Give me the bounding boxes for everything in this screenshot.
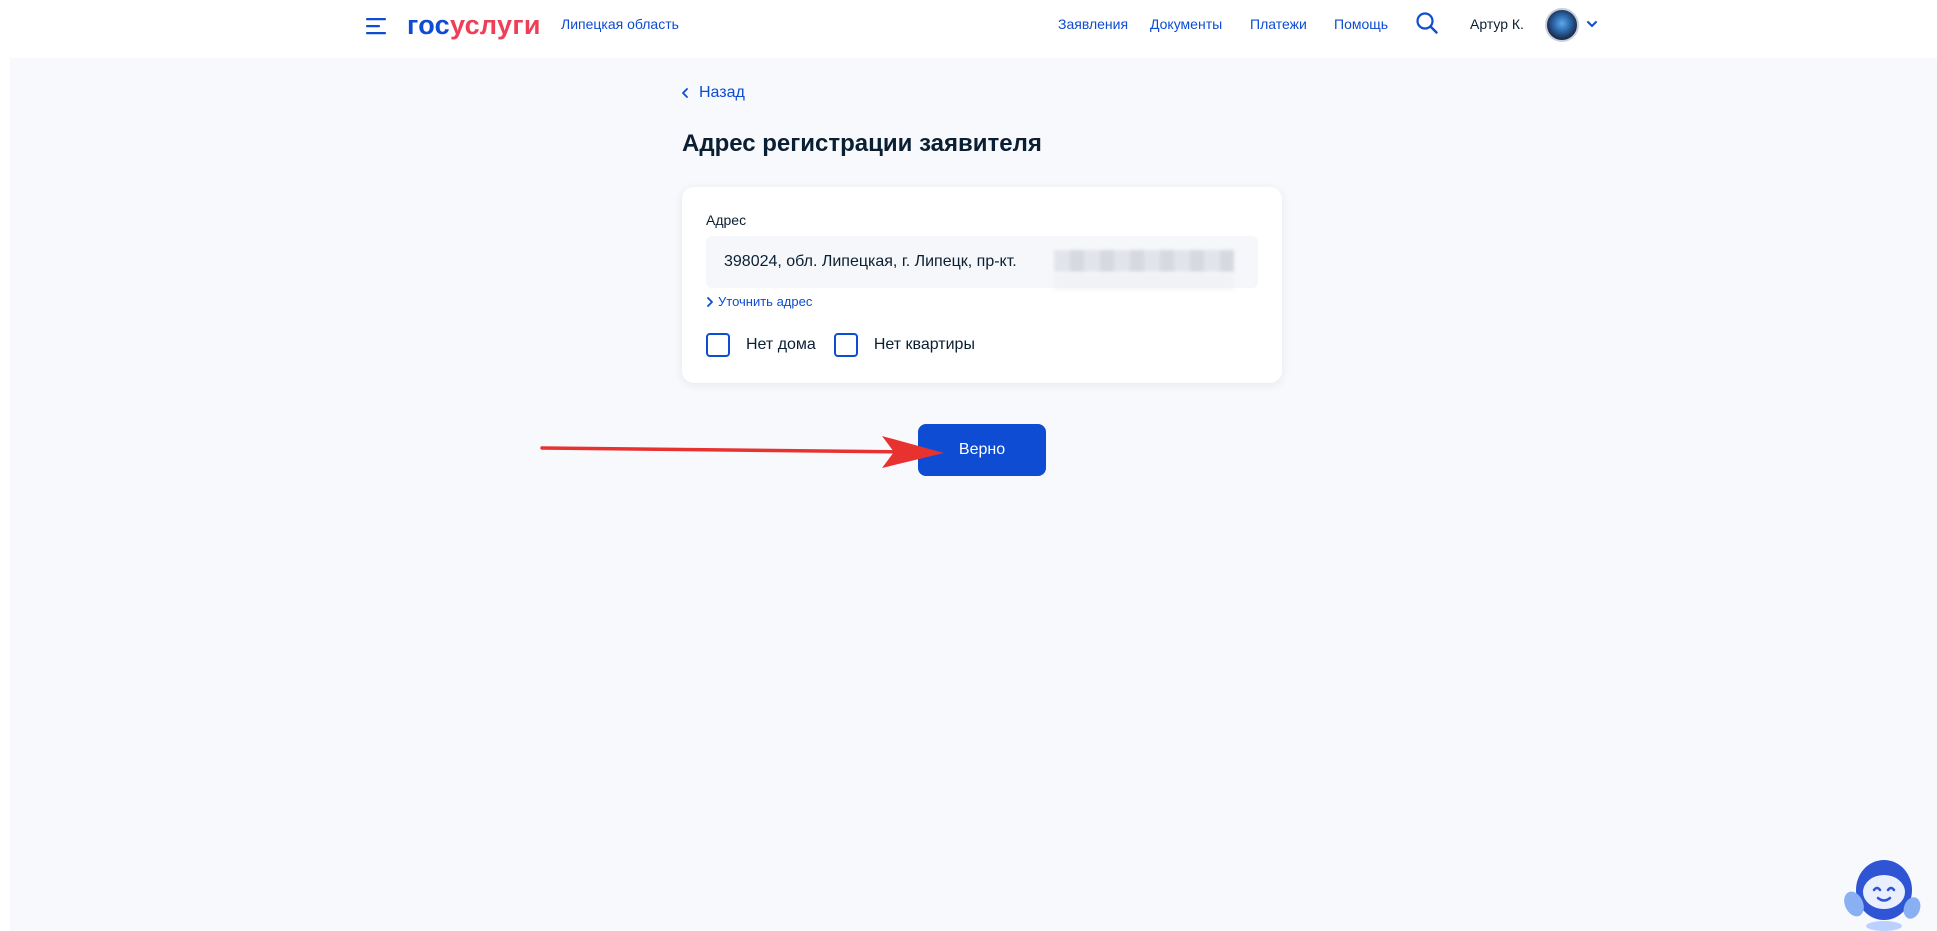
- redacted-address-part: [1054, 250, 1234, 272]
- redacted-address-part-2: [1054, 274, 1234, 290]
- menu-icon[interactable]: [366, 16, 390, 36]
- chevron-left-icon: [682, 88, 688, 98]
- no-apartment-label[interactable]: Нет квартиры: [874, 336, 975, 354]
- back-link[interactable]: Назад: [681, 84, 745, 102]
- logo-part-uslugi: услуги: [449, 10, 541, 40]
- back-label: Назад: [699, 84, 745, 101]
- address-card: Адрес 398024, обл. Липецкая, г. Липецк, …: [682, 187, 1282, 383]
- address-field[interactable]: 398024, обл. Липецкая, г. Липецк, пр-кт.: [706, 236, 1258, 290]
- nav-help[interactable]: Помощь: [1334, 16, 1388, 32]
- gosuslugi-logo[interactable]: госуслуги: [407, 9, 541, 41]
- no-apartment-checkbox[interactable]: [833, 333, 858, 357]
- logo-part-gos: гос: [407, 10, 450, 40]
- checkbox-row: Нет дома Нет квартиры: [706, 333, 993, 357]
- header: госуслуги Липецкая область Заявления Док…: [0, 0, 1937, 58]
- no-house-label[interactable]: Нет дома: [746, 336, 816, 354]
- nav-applications[interactable]: Заявления: [1058, 16, 1128, 32]
- refine-address-label: Уточнить адрес: [718, 294, 813, 309]
- address-label: Адрес: [706, 212, 747, 228]
- address-value: 398024, обл. Липецкая, г. Липецк, пр-кт.: [724, 253, 1017, 270]
- nav-payments[interactable]: Платежи: [1250, 16, 1307, 32]
- chevron-down-icon[interactable]: [1585, 17, 1599, 31]
- chevron-right-icon: [707, 296, 713, 307]
- user-name[interactable]: Артур К.: [1470, 16, 1524, 32]
- refine-address-link[interactable]: Уточнить адрес: [706, 294, 812, 309]
- page-title: Адрес регистрации заявителя: [682, 130, 1042, 157]
- assistant-robot-icon[interactable]: [1844, 852, 1924, 931]
- region-selector[interactable]: Липецкая область: [561, 16, 679, 32]
- avatar[interactable]: [1545, 8, 1579, 42]
- nav-documents[interactable]: Документы: [1150, 16, 1222, 32]
- confirm-button[interactable]: Верно: [918, 424, 1046, 476]
- no-house-checkbox[interactable]: [706, 333, 730, 357]
- search-icon[interactable]: [1415, 11, 1439, 35]
